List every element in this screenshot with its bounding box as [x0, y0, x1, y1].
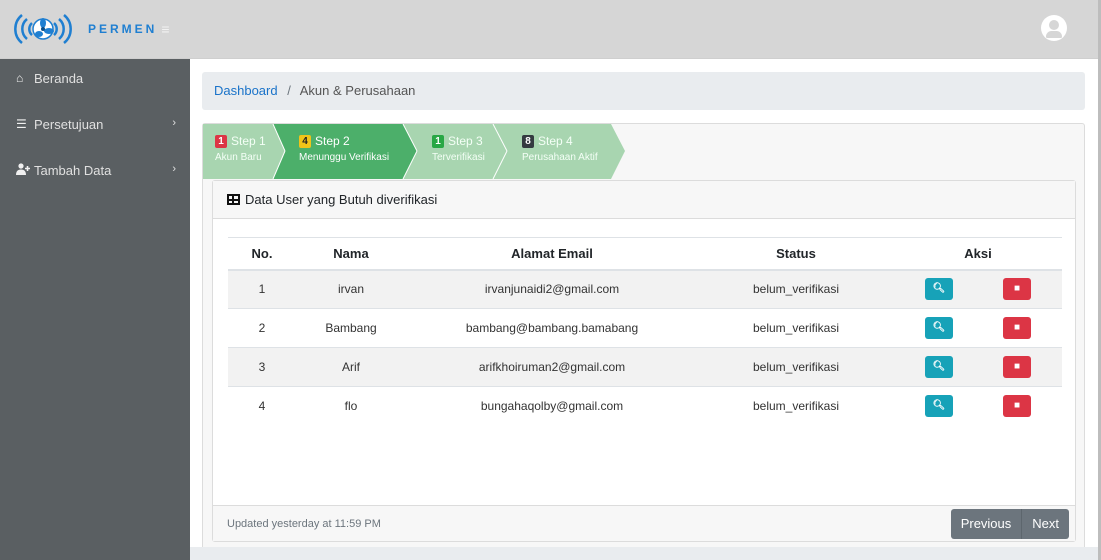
cell-status: belum_verifikasi	[698, 269, 894, 309]
user-verification-card: Data User yang Butuh diverifikasi No. Na…	[212, 180, 1076, 542]
table-row: 1 irvan irvanjunaidi2@gmail.com belum_ve…	[228, 269, 1062, 309]
cell-nama: irvan	[296, 269, 406, 309]
breadcrumb-current: Akun & Perusahaan	[299, 83, 416, 98]
cell-no: 1	[228, 269, 296, 309]
cell-email: bungahaqolby@gmail.com	[406, 386, 698, 426]
step-title: Step 1	[231, 134, 266, 148]
sidebar-item-label: Beranda	[34, 71, 84, 86]
brand-logo[interactable]: PERMEN ≡	[10, 8, 170, 50]
table-row: 4 flo bungahaqolby@gmail.com belum_verif…	[228, 386, 1062, 426]
step-3[interactable]: 1 Step 3 Terverifikasi	[420, 124, 500, 179]
card-footer: Updated yesterday at 11:59 PM	[213, 505, 1075, 541]
table-row: 2 Bambang bambang@bambang.bamabang belum…	[228, 308, 1062, 348]
sidebar-item-beranda[interactable]: ⌂ Beranda	[0, 59, 190, 105]
user-circle-icon[interactable]	[1041, 15, 1067, 41]
step-subtitle: Terverifikasi	[432, 152, 485, 163]
cell-email: arifkhoiruman2@gmail.com	[406, 347, 698, 387]
view-button[interactable]: 🔍︎	[925, 278, 953, 301]
delete-button[interactable]: ■	[1003, 395, 1031, 418]
cell-no: 2	[228, 308, 296, 348]
step-1[interactable]: 1 Step 1 Akun Baru	[203, 124, 273, 179]
breadcrumb-separator: /	[287, 83, 291, 98]
cell-nama: flo	[296, 386, 406, 426]
users-table: No. Nama Alamat Email Status Aksi 1 irva…	[228, 237, 1062, 426]
list-icon: ☰	[16, 117, 27, 131]
breadcrumb-dashboard-link[interactable]: Dashboard	[214, 83, 278, 98]
previous-button[interactable]: Previous	[951, 509, 1023, 539]
cell-status: belum_verifikasi	[698, 308, 894, 348]
wizard-panel: 1 Step 1 Akun Baru 4 Step 2 Menunggu Ver…	[202, 123, 1085, 550]
cell-nama: Arif	[296, 347, 406, 387]
step-count-badge: 8	[522, 134, 534, 148]
step-title: Step 3	[448, 134, 483, 148]
delete-button[interactable]: ■	[1003, 278, 1031, 301]
cell-actions: 🔍︎ ■	[894, 269, 1062, 309]
cell-status: belum_verifikasi	[698, 347, 894, 387]
delete-button[interactable]: ■	[1003, 317, 1031, 339]
step-count-badge: 1	[215, 134, 227, 148]
chevron-right-icon: ›	[172, 117, 176, 129]
page-bottom-strip	[190, 547, 1098, 560]
card-header: Data User yang Butuh diverifikasi	[213, 181, 1075, 219]
step-2[interactable]: 4 Step 2 Menunggu Verifikasi	[287, 124, 407, 179]
delete-button[interactable]: ■	[1003, 356, 1031, 378]
table-row: 3 Arif arifkhoiruman2@gmail.com belum_ve…	[228, 347, 1062, 387]
column-header-no: No.	[228, 237, 296, 271]
user-plus-icon	[16, 163, 30, 178]
sidebar-item-tambah-data[interactable]: Tambah Data ›	[0, 151, 190, 197]
view-button[interactable]: 🔍︎	[925, 356, 953, 378]
card-title: Data User yang Butuh diverifikasi	[245, 192, 438, 207]
step-4[interactable]: 8 Step 4 Perusahaan Aktif	[510, 124, 620, 179]
cell-no: 3	[228, 347, 296, 387]
breadcrumb: Dashboard / Akun & Perusahaan	[202, 72, 1085, 110]
sidebar: ⌂ Beranda ☰ Persetujuan › Tambah Data ›	[0, 59, 190, 560]
trash-icon: ■	[1013, 322, 1021, 333]
hamburger-icon[interactable]: ≡	[161, 21, 169, 37]
cell-actions: 🔍︎ ■	[894, 347, 1062, 387]
step-title: Step 4	[538, 134, 573, 148]
step-subtitle: Perusahaan Aktif	[522, 152, 598, 163]
main-content: Dashboard / Akun & Perusahaan 1 Step 1 A…	[190, 59, 1098, 560]
step-count-badge: 1	[432, 134, 444, 148]
trash-icon: ■	[1013, 361, 1021, 372]
search-icon: 🔍︎	[932, 322, 946, 333]
cell-email: bambang@bambang.bamabang	[406, 308, 698, 348]
step-count-badge: 4	[299, 134, 311, 148]
wireless-fan-logo-icon	[10, 9, 86, 49]
sidebar-item-persetujuan[interactable]: ☰ Persetujuan ›	[0, 105, 190, 151]
column-header-status: Status	[698, 237, 894, 271]
next-button[interactable]: Next	[1022, 509, 1069, 539]
home-icon: ⌂	[16, 71, 24, 85]
trash-icon: ■	[1013, 283, 1021, 295]
table-header-row: No. Nama Alamat Email Status Aksi	[228, 237, 1062, 271]
search-icon: 🔍︎	[932, 400, 946, 412]
cell-no: 4	[228, 386, 296, 426]
view-button[interactable]: 🔍︎	[925, 317, 953, 339]
cell-status: belum_verifikasi	[698, 386, 894, 426]
cell-email: irvanjunaidi2@gmail.com	[406, 269, 698, 309]
column-header-email: Alamat Email	[406, 237, 698, 271]
pagination: Previous Next	[950, 509, 1069, 539]
cell-nama: Bambang	[296, 308, 406, 348]
brand-name: PERMEN	[88, 22, 158, 36]
search-icon: 🔍︎	[932, 361, 946, 372]
table-icon	[227, 194, 240, 205]
trash-icon: ■	[1013, 400, 1021, 412]
step-title: Step 2	[315, 134, 350, 148]
column-header-aksi: Aksi	[894, 237, 1062, 271]
cell-actions: 🔍︎ ■	[894, 386, 1062, 426]
step-subtitle: Menunggu Verifikasi	[299, 152, 390, 163]
sidebar-item-label: Tambah Data	[34, 163, 112, 178]
cell-actions: 🔍︎ ■	[894, 308, 1062, 348]
top-navbar: PERMEN ≡	[0, 0, 1101, 59]
sidebar-item-label: Persetujuan	[34, 117, 104, 132]
view-button[interactable]: 🔍︎	[925, 395, 953, 418]
step-subtitle: Akun Baru	[215, 152, 262, 163]
chevron-right-icon: ›	[172, 163, 176, 175]
column-header-nama: Nama	[296, 237, 406, 271]
search-icon: 🔍︎	[932, 283, 946, 295]
